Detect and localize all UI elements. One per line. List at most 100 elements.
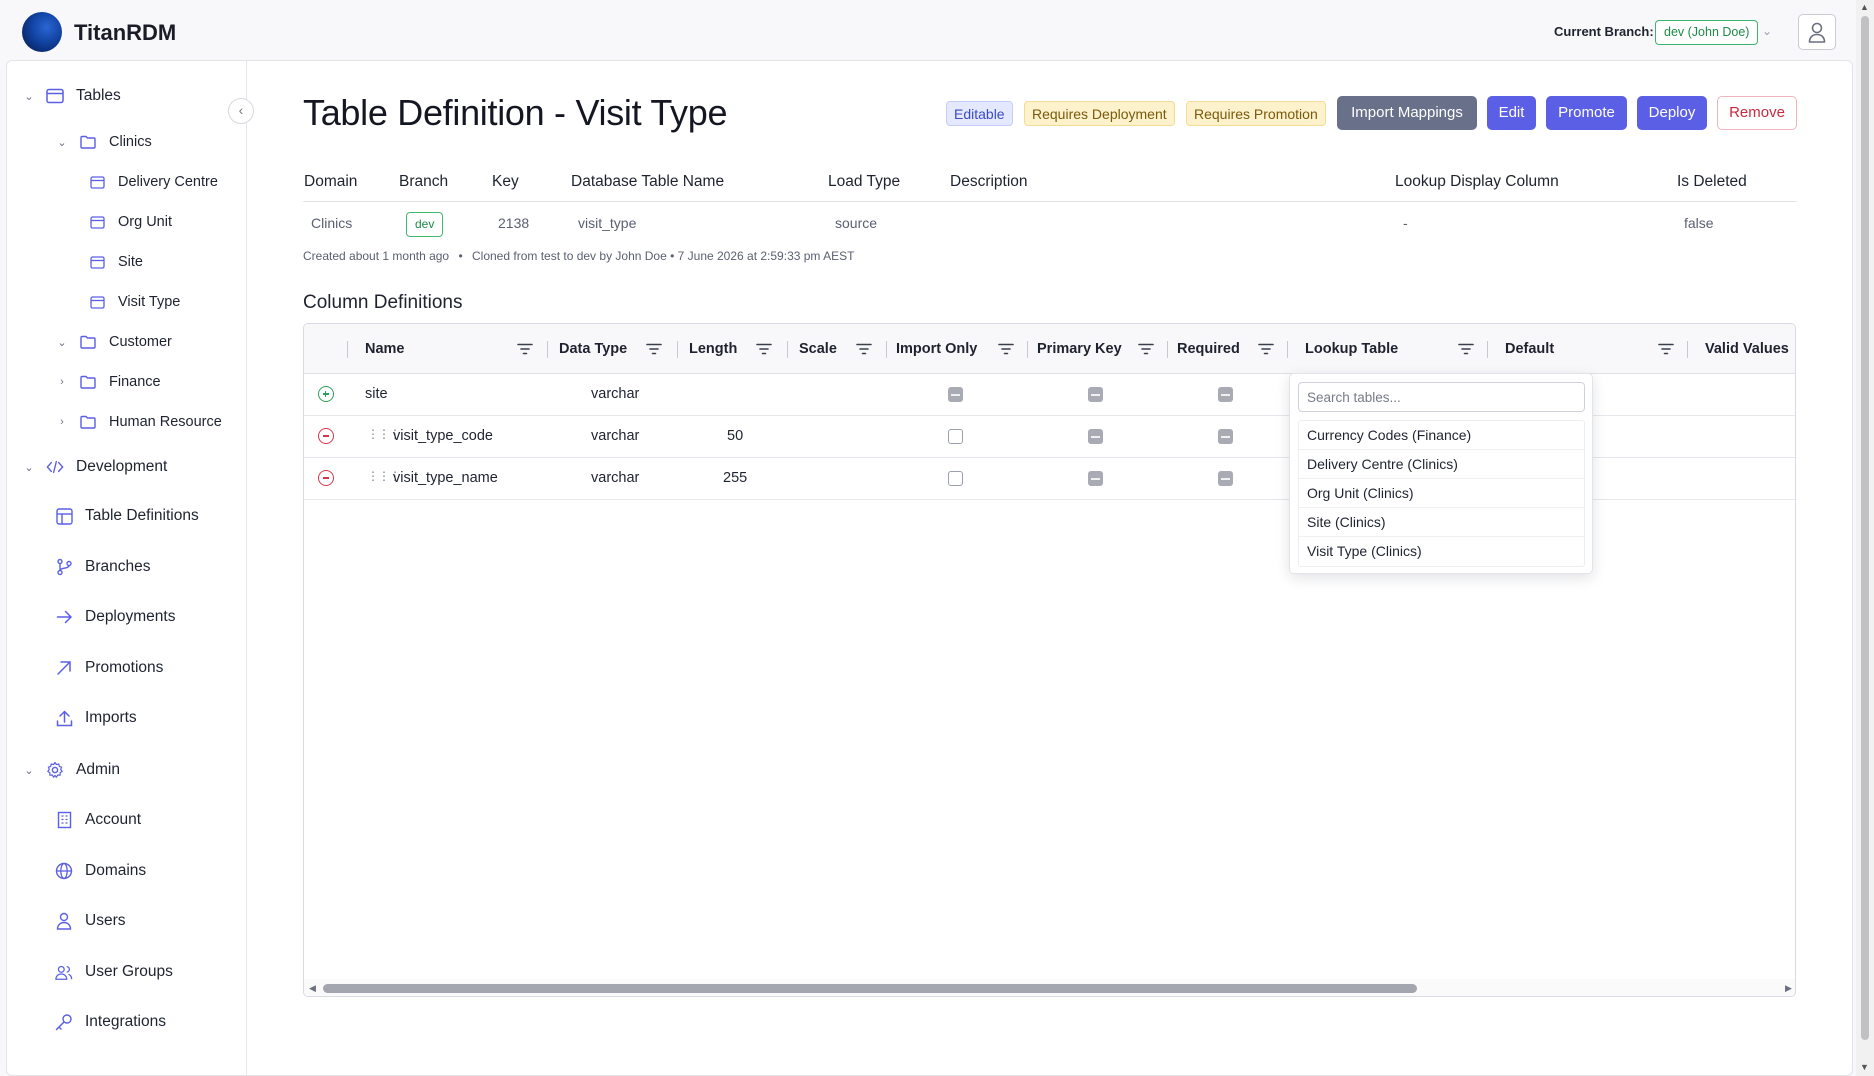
chevron-down-icon[interactable]: ⌄ [1762,24,1772,38]
branch-select[interactable]: dev (John Doe) [1655,20,1759,45]
import-only-checkbox[interactable] [948,387,963,402]
deploy-button[interactable]: Deploy [1637,96,1707,130]
sidebar-item-site[interactable]: Site [88,253,143,271]
cell-name[interactable]: site [365,386,388,402]
import-only-checkbox[interactable] [948,429,963,444]
sidebar-item-domains[interactable]: Domains [55,862,146,880]
column-separator [1167,341,1168,358]
sidebar-section-admin[interactable]: ⌄ Admin [22,761,120,779]
filter-icon[interactable] [646,342,662,356]
chevron-right-icon: › [60,416,64,428]
cell-length[interactable]: 255 [723,470,747,486]
search-tables-input[interactable] [1298,382,1585,412]
required-checkbox[interactable] [1218,429,1233,444]
filter-icon[interactable] [756,342,772,356]
column-header-required[interactable]: Required [1177,341,1240,357]
import-mappings-button[interactable]: Import Mappings [1337,96,1477,130]
sidebar-item-table-definitions[interactable]: Table Definitions [55,507,199,525]
filter-icon[interactable] [517,342,533,356]
filter-icon[interactable] [856,342,872,356]
import-only-checkbox[interactable] [948,471,963,486]
primary-key-checkbox[interactable] [1088,429,1103,444]
collapse-sidebar-button[interactable]: ‹ [228,98,254,124]
table-icon [88,253,106,271]
page-scrollbar-thumb[interactable] [1861,16,1869,1040]
column-header-lookup-table[interactable]: Lookup Table [1305,341,1398,357]
column-header-data-type[interactable]: Data Type [559,341,627,357]
meta-key: 2138 [498,215,530,231]
column-header-valid-values[interactable]: Valid Values [1705,341,1789,357]
cell-length[interactable]: 50 [727,428,743,444]
remove-circle-icon[interactable] [318,428,334,444]
scroll-left-icon[interactable]: ◀ [309,983,316,994]
sidebar-item-user-groups[interactable]: User Groups [55,963,173,981]
sidebar-item-promotions[interactable]: Promotions [55,659,163,677]
dropdown-option[interactable]: Currency Codes (Finance) [1299,421,1584,450]
remove-circle-icon[interactable] [318,470,334,486]
scroll-down-icon[interactable]: ▼ [1860,1062,1869,1072]
grid-header: Name Data Type Length Scale Import Only … [304,324,1795,374]
sidebar-item-integrations[interactable]: Integrations [55,1013,166,1031]
filter-icon[interactable] [1258,342,1274,356]
sidebar-item-label: Deployments [85,608,176,625]
filter-icon[interactable] [1458,342,1474,356]
add-circle-icon[interactable] [318,386,334,402]
separator-dot: • [458,249,463,263]
column-separator [886,341,887,358]
column-header-import-only[interactable]: Import Only [896,341,977,357]
primary-key-checkbox[interactable] [1088,471,1103,486]
sidebar-item-label: Integrations [85,1013,166,1030]
sidebar-section-development[interactable]: ⌄ Development [22,458,167,476]
horizontal-scrollbar-thumb[interactable] [323,984,1417,993]
cell-data-type[interactable]: varchar [591,386,639,402]
created-text: Created about 1 month ago [303,249,450,263]
column-header-default[interactable]: Default [1505,341,1554,357]
scroll-right-icon[interactable]: ▶ [1785,983,1792,994]
column-header-scale[interactable]: Scale [799,341,837,357]
sidebar-item-visit-type[interactable]: Visit Type [88,293,180,311]
cell-name[interactable]: visit_type_code [393,428,493,444]
cell-data-type[interactable]: varchar [591,428,639,444]
column-header-name[interactable]: Name [365,341,405,357]
globe-icon [55,862,73,880]
filter-icon[interactable] [998,342,1014,356]
user-menu-button[interactable] [1798,14,1836,50]
sidebar-item-deployments[interactable]: Deployments [55,608,175,626]
filter-icon[interactable] [1658,342,1674,356]
status-badge-editable: Editable [946,101,1013,126]
primary-key-checkbox[interactable] [1088,387,1103,402]
sidebar-folder-clinics[interactable]: ⌄ Clinics [55,133,151,151]
remove-button[interactable]: Remove [1717,96,1797,130]
column-separator [1287,341,1288,358]
required-checkbox[interactable] [1218,471,1233,486]
required-checkbox[interactable] [1218,387,1233,402]
column-header-length[interactable]: Length [689,341,737,357]
filter-icon[interactable] [1138,342,1154,356]
edit-button[interactable]: Edit [1487,96,1536,130]
titan-logo-icon [22,12,62,52]
sidebar-item-label: Users [85,912,126,929]
sidebar-section-tables[interactable]: ⌄ Tables [22,87,120,105]
sidebar-item-branches[interactable]: Branches [55,558,150,576]
sidebar-item-delivery-centre[interactable]: Delivery Centre [88,173,218,191]
sidebar-folder-finance[interactable]: › Finance [55,373,160,391]
sidebar-item-users[interactable]: Users [55,912,125,930]
dropdown-option[interactable]: Site (Clinics) [1299,508,1584,537]
column-separator [1027,341,1028,358]
dropdown-option[interactable]: Delivery Centre (Clinics) [1299,450,1584,479]
sidebar-folder-human-resource[interactable]: › Human Resource [55,413,222,431]
sidebar-item-org-unit[interactable]: Org Unit [88,213,172,231]
sidebar-item-account[interactable]: Account [55,811,141,829]
cell-data-type[interactable]: varchar [591,470,639,486]
chevron-left-icon: ‹ [238,102,244,118]
sidebar-folder-customer[interactable]: ⌄ Customer [55,333,171,351]
cell-name[interactable]: visit_type_name [393,470,498,486]
scroll-up-icon[interactable]: ▲ [1860,2,1869,12]
dropdown-option[interactable]: Org Unit (Clinics) [1299,479,1584,508]
sidebar-item-imports[interactable]: Imports [55,709,137,727]
promote-button[interactable]: Promote [1546,96,1627,130]
meta-lookup-display: - [1403,215,1408,231]
lookup-table-options: Currency Codes (Finance) Delivery Centre… [1298,420,1585,567]
dropdown-option[interactable]: Visit Type (Clinics) [1299,537,1584,566]
column-header-primary-key[interactable]: Primary Key [1037,341,1122,357]
